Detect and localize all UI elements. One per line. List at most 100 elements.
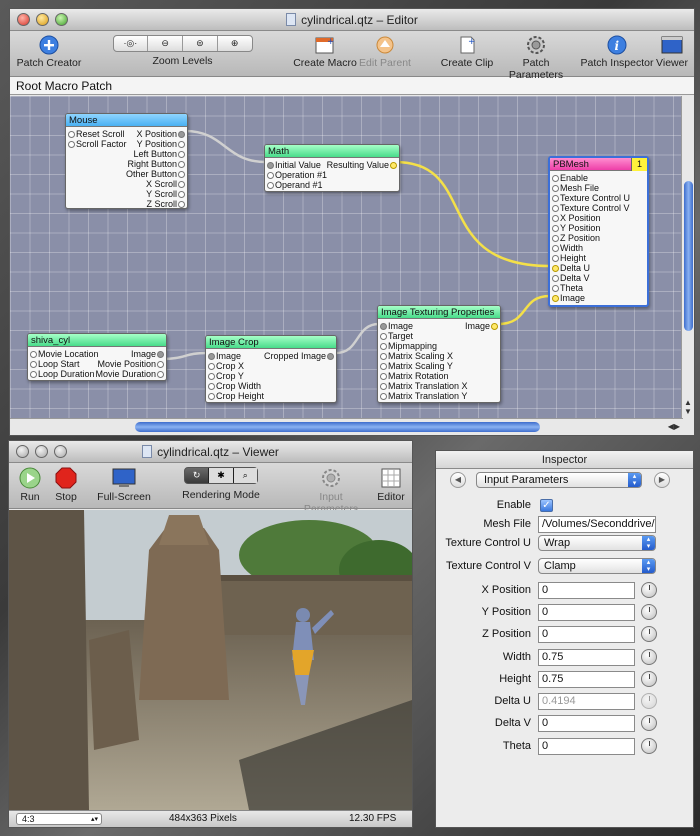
- input-port[interactable]: Image: [550, 293, 647, 303]
- input-port[interactable]: Texture Control U: [550, 193, 647, 203]
- create-macro-button[interactable]: + Create Macro: [290, 35, 360, 69]
- patch-image-crop[interactable]: Image Crop Image Crop X Crop Y Crop Widt…: [205, 335, 337, 403]
- minimize-button[interactable]: [36, 13, 49, 26]
- input-port[interactable]: Matrix Scaling Y: [378, 361, 500, 371]
- patch-shiva-cyl[interactable]: shiva_cyl Movie Location Loop Start Loop…: [27, 333, 167, 381]
- inspector-titlebar[interactable]: Inspector: [436, 451, 693, 469]
- input-port[interactable]: Crop Height: [206, 391, 336, 401]
- input-port[interactable]: Width: [550, 243, 647, 253]
- input-port[interactable]: Enable: [550, 173, 647, 183]
- editor-titlebar[interactable]: cylindrical.qtz – Editor: [10, 9, 694, 31]
- zoom-fit-button[interactable]: ·◎·: [114, 36, 149, 51]
- input-port[interactable]: Matrix Rotation: [378, 371, 500, 381]
- zoom-out-icon[interactable]: ⊖: [148, 36, 183, 51]
- output-port[interactable]: X Scroll: [126, 179, 187, 189]
- patch-creator-button[interactable]: Patch Creator: [14, 35, 84, 69]
- input-port[interactable]: Delta V: [550, 273, 647, 283]
- patch-parameters-button[interactable]: Patch Parameters: [496, 35, 576, 81]
- horizontal-scrollbar[interactable]: ◀▶: [10, 418, 683, 435]
- editor-button[interactable]: Editor: [373, 467, 409, 503]
- x-position-field[interactable]: 0: [538, 582, 635, 599]
- vertical-scroll-thumb[interactable]: [684, 181, 693, 331]
- input-port[interactable]: X Position: [550, 213, 647, 223]
- output-port[interactable]: Y Scroll: [126, 189, 187, 199]
- output-port[interactable]: Image: [95, 349, 166, 359]
- wire-texturing-pbmesh[interactable]: [497, 294, 551, 326]
- height-field[interactable]: 0.75: [538, 671, 635, 688]
- input-port[interactable]: Theta: [550, 283, 647, 293]
- refresh-icon[interactable]: ↻: [185, 468, 210, 483]
- output-port[interactable]: Image: [465, 321, 500, 331]
- patch-canvas[interactable]: Mouse Reset Scroll Scroll Factor X Posit…: [10, 96, 683, 420]
- output-port[interactable]: Left Button: [126, 149, 187, 159]
- close-button[interactable]: [17, 13, 30, 26]
- theta-field[interactable]: 0: [538, 738, 635, 755]
- wire-shiva-crop[interactable]: [161, 351, 207, 361]
- input-port[interactable]: Matrix Translation X: [378, 381, 500, 391]
- width-field[interactable]: 0.75: [538, 649, 635, 666]
- output-port[interactable]: Z Scroll: [126, 199, 187, 209]
- z-position-knob[interactable]: [641, 626, 657, 642]
- inspector-mode-select[interactable]: Input Parameters ▴ ▾: [476, 472, 642, 488]
- theta-knob[interactable]: [641, 738, 657, 754]
- patch-pbmesh[interactable]: PBMesh 1 Enable Mesh File Texture Contro…: [548, 156, 649, 307]
- wire-math-pbmesh[interactable]: [394, 160, 551, 268]
- input-port[interactable]: Operation #1: [265, 170, 399, 180]
- input-port[interactable]: Z Position: [550, 233, 647, 243]
- create-clip-button[interactable]: + Create Clip: [440, 35, 494, 69]
- x-position-knob[interactable]: [641, 582, 657, 598]
- zoom-in-icon[interactable]: ⊕: [218, 36, 252, 51]
- input-port[interactable]: Height: [550, 253, 647, 263]
- output-port[interactable]: Other Button: [126, 169, 187, 179]
- scroll-arrows-icon[interactable]: ▲ ▼: [684, 398, 692, 416]
- input-port[interactable]: Texture Control V: [550, 203, 647, 213]
- enable-checkbox[interactable]: ✓: [540, 499, 553, 512]
- debug-icon[interactable]: ✱: [209, 468, 234, 483]
- output-port[interactable]: Cropped Image: [264, 351, 336, 361]
- previous-page-button[interactable]: ◀: [450, 472, 466, 488]
- zoom-button[interactable]: [54, 445, 67, 458]
- input-port[interactable]: Target: [378, 331, 500, 341]
- render-view[interactable]: [9, 510, 412, 810]
- aspect-ratio-select[interactable]: 4:3 ▴▾: [16, 813, 102, 825]
- width-knob[interactable]: [641, 649, 657, 665]
- scroll-arrows-icon[interactable]: ◀▶: [668, 422, 680, 431]
- wire-crop-texturing[interactable]: [335, 322, 380, 355]
- input-port[interactable]: Operand #1: [265, 180, 399, 190]
- patch-image-texturing[interactable]: Image Texturing Properties Image Target …: [377, 305, 501, 403]
- height-knob[interactable]: [641, 671, 657, 687]
- wire-mouse-math[interactable]: [184, 129, 267, 164]
- vertical-scrollbar[interactable]: ▲ ▼: [681, 96, 694, 420]
- input-port[interactable]: Mipmapping: [378, 341, 500, 351]
- edit-parent-button[interactable]: Edit Parent: [355, 35, 415, 69]
- delta-v-field[interactable]: 0: [538, 715, 635, 732]
- input-port[interactable]: Matrix Scaling X: [378, 351, 500, 361]
- delta-v-knob[interactable]: [641, 715, 657, 731]
- output-port[interactable]: Resulting Value: [327, 160, 399, 170]
- minimize-button[interactable]: [35, 445, 48, 458]
- patch-math[interactable]: Math Initial Value Operation #1 Operand …: [264, 144, 400, 192]
- y-position-knob[interactable]: [641, 604, 657, 620]
- input-port[interactable]: Delta U: [550, 263, 647, 273]
- input-port[interactable]: Matrix Translation Y: [378, 391, 500, 401]
- input-parameters-button[interactable]: Input Parameters: [291, 467, 371, 515]
- texture-u-select[interactable]: Wrap ▴ ▾: [538, 535, 656, 551]
- input-port[interactable]: Crop Y: [206, 371, 336, 381]
- run-button[interactable]: Run: [15, 467, 45, 503]
- output-port[interactable]: Movie Position: [95, 359, 166, 369]
- patch-inspector-button[interactable]: i Patch Inspector: [580, 35, 654, 69]
- viewer-button[interactable]: Viewer: [652, 35, 692, 69]
- output-port[interactable]: Right Button: [126, 159, 187, 169]
- search-icon[interactable]: ⌕: [233, 468, 257, 483]
- y-position-field[interactable]: 0: [538, 604, 635, 621]
- zoom-actual-icon[interactable]: ⊜: [183, 36, 218, 51]
- next-page-button[interactable]: ▶: [654, 472, 670, 488]
- input-port[interactable]: Crop X: [206, 361, 336, 371]
- texture-v-select[interactable]: Clamp ▴ ▾: [538, 558, 656, 574]
- input-port[interactable]: Crop Width: [206, 381, 336, 391]
- horizontal-scroll-thumb[interactable]: [135, 422, 540, 432]
- fullscreen-button[interactable]: Full-Screen: [95, 467, 153, 503]
- zoom-button[interactable]: [55, 13, 68, 26]
- output-port[interactable]: Y Position: [126, 139, 187, 149]
- input-port[interactable]: Mesh File: [550, 183, 647, 193]
